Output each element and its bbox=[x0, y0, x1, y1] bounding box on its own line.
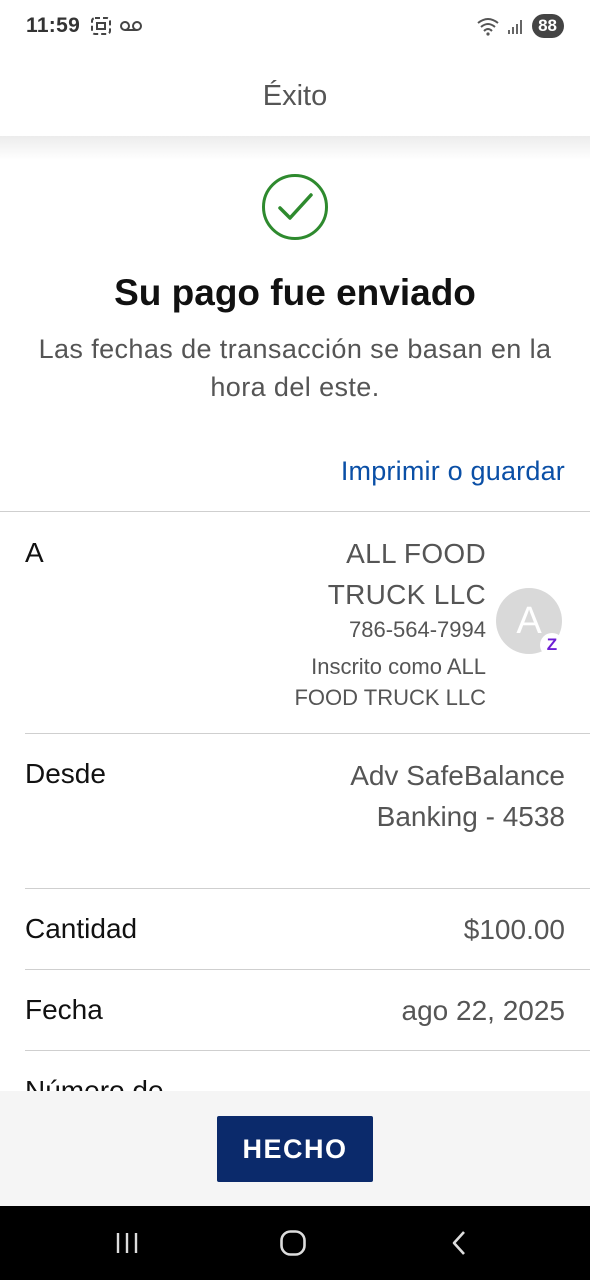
divider bbox=[25, 888, 590, 889]
header-shadow bbox=[0, 136, 590, 160]
recipient-name: ALL FOOD TRUCK LLC bbox=[327, 538, 486, 610]
from-label: Desde bbox=[25, 758, 106, 789]
success-subtitle: Las fechas de transacción se basan en la… bbox=[38, 334, 552, 402]
check-circle-icon bbox=[262, 174, 328, 240]
divider bbox=[0, 511, 590, 512]
page-title: Éxito bbox=[262, 79, 328, 112]
recent-apps-icon bbox=[116, 1233, 138, 1253]
battery-icon: 88 bbox=[532, 14, 564, 38]
from-account: Adv SafeBalance Banking - 4538 bbox=[350, 760, 565, 832]
navigation-bar bbox=[0, 1206, 590, 1280]
print-or-save-link[interactable]: Imprimir o guardar bbox=[341, 456, 565, 487]
date-value: ago 22, 2025 bbox=[401, 995, 566, 1026]
amount-label: Cantidad bbox=[25, 913, 138, 944]
zelle-icon: Z bbox=[540, 633, 564, 657]
divider bbox=[25, 1050, 590, 1051]
voicemail-icon bbox=[120, 21, 142, 31]
success-title: Su pago fue enviado bbox=[114, 272, 476, 313]
wifi-icon bbox=[477, 18, 499, 36]
back-icon bbox=[452, 1231, 465, 1255]
status-time: 11:59 bbox=[26, 14, 81, 37]
recipient-enrolled-name: Inscrito como ALL FOOD TRUCK LLC bbox=[294, 654, 486, 710]
home-button[interactable] bbox=[262, 1206, 324, 1280]
date-label: Fecha bbox=[25, 994, 103, 1025]
to-label: A bbox=[25, 537, 44, 568]
back-button[interactable] bbox=[428, 1206, 490, 1280]
amount-value: $100.00 bbox=[463, 914, 565, 945]
home-icon bbox=[280, 1230, 306, 1256]
signal-icon bbox=[508, 20, 523, 34]
divider bbox=[25, 733, 590, 734]
done-button[interactable]: HECHO bbox=[217, 1116, 373, 1182]
confirmation-number-label: Número de bbox=[25, 1075, 164, 1091]
header: Éxito bbox=[0, 56, 590, 136]
screenshot-icon bbox=[91, 17, 111, 35]
recipient-phone: 786-564-7994 bbox=[348, 617, 486, 642]
status-bar: 11:59 88 bbox=[0, 0, 590, 56]
recent-apps-button[interactable] bbox=[96, 1206, 158, 1280]
divider bbox=[25, 969, 590, 970]
